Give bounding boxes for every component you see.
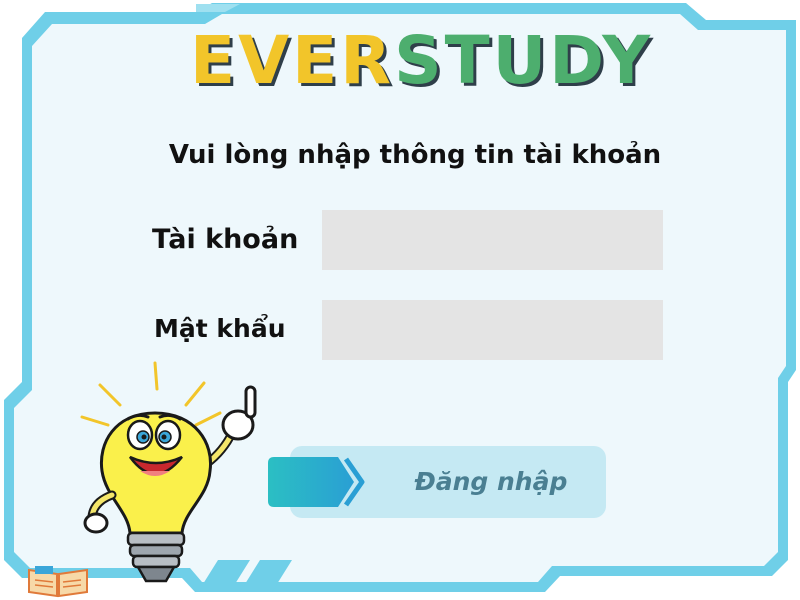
login-button-label: Đăng nhập xyxy=(414,467,568,496)
logo-study: STUDY xyxy=(394,22,654,99)
open-book-icon xyxy=(28,566,88,598)
lightbulb-mascot-icon xyxy=(80,361,257,583)
logo-ever: EVER xyxy=(190,22,395,99)
username-label: Tài khoản xyxy=(152,224,299,255)
login-button[interactable]: Đăng nhập xyxy=(266,446,606,518)
login-heading: Vui lòng nhập thông tin tài khoản xyxy=(168,140,662,170)
app-logo: EVERSTUDY xyxy=(190,22,650,100)
login-screen: EVERSTUDY Vui lòng nhập thông tin tài kh… xyxy=(0,0,800,600)
username-input[interactable] xyxy=(322,210,663,270)
password-label: Mật khẩu xyxy=(154,314,286,343)
password-input[interactable] xyxy=(322,300,663,360)
chevron-right-icon xyxy=(268,457,365,507)
